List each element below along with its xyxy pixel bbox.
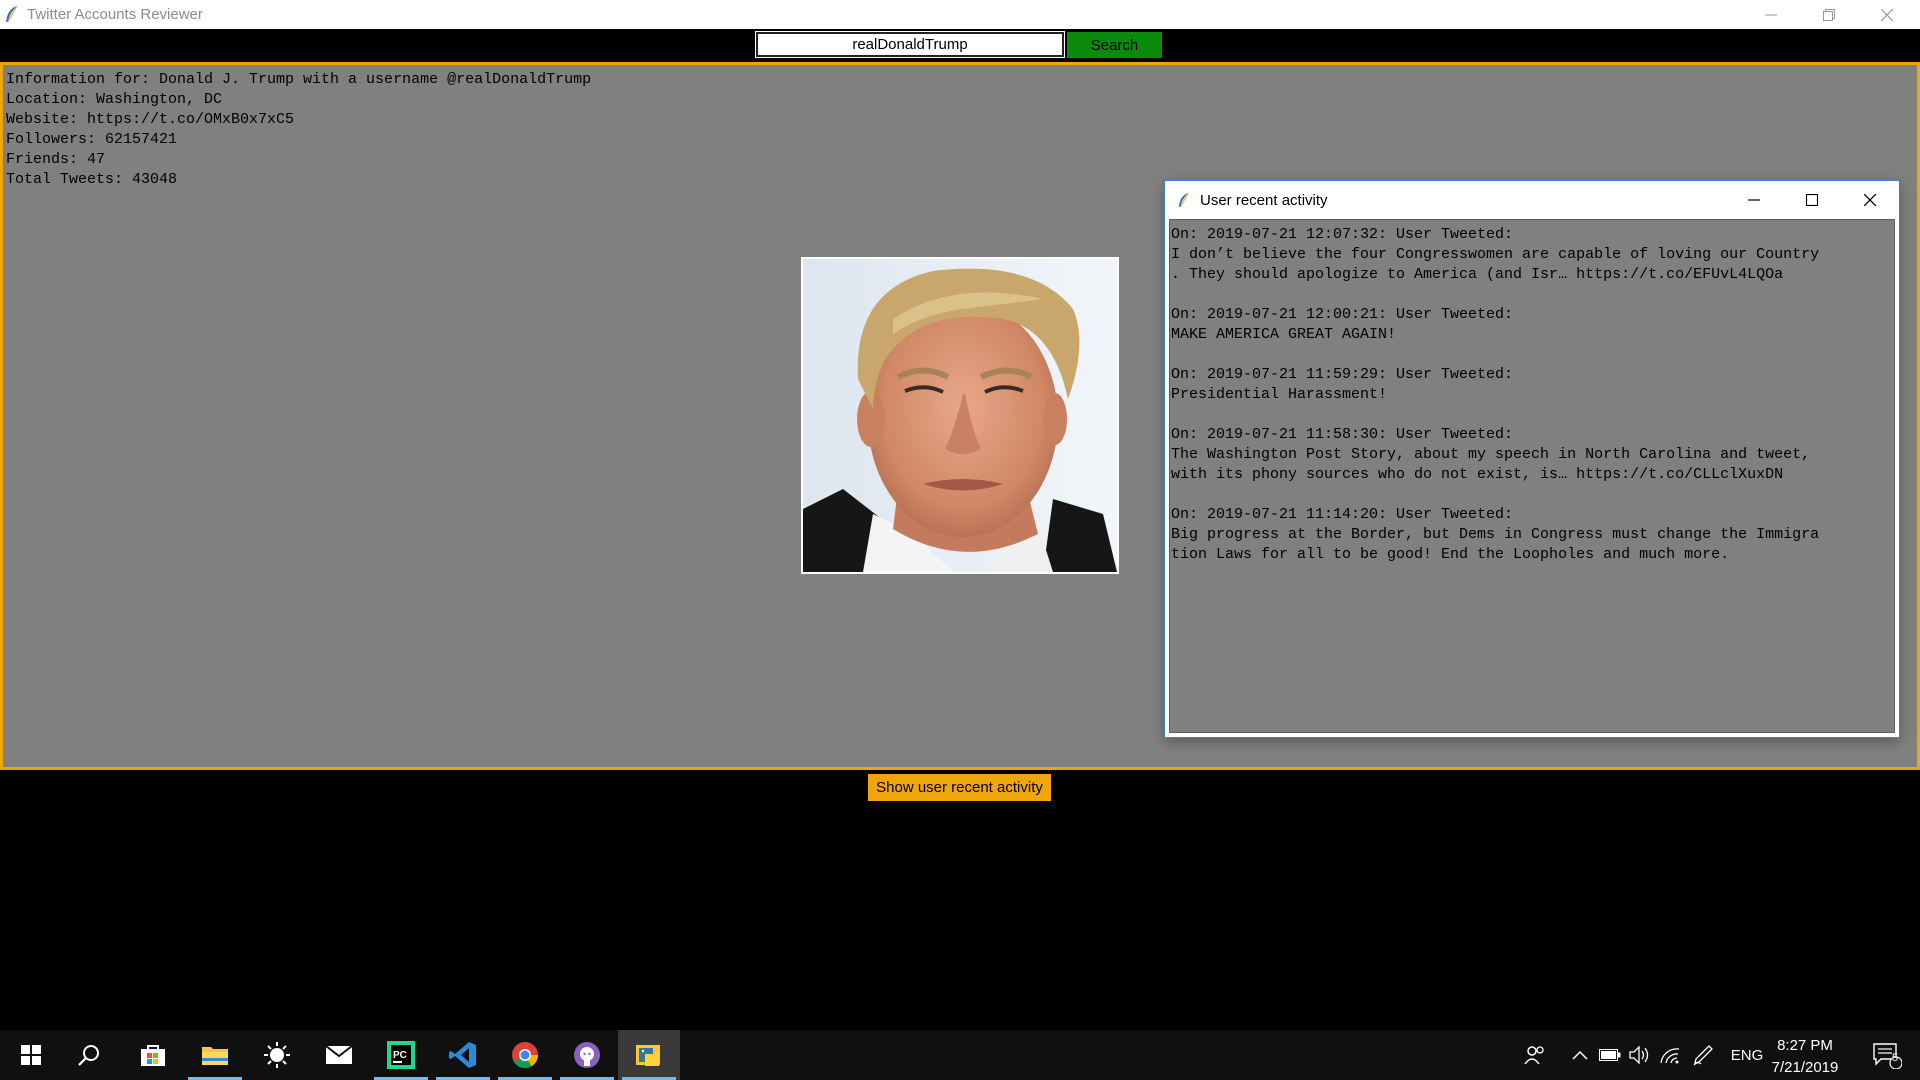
- taskbar-store[interactable]: [122, 1030, 184, 1080]
- tray-pen[interactable]: [1688, 1030, 1718, 1080]
- taskbar-chrome[interactable]: [494, 1030, 556, 1080]
- notification-count-badge: 5: [1891, 1052, 1899, 1064]
- info-line: Website: https://t.co/OMxB0x7xC5: [6, 111, 295, 128]
- taskbar-vscode[interactable]: [432, 1030, 494, 1080]
- search-icon: [78, 1045, 99, 1066]
- start-button[interactable]: [0, 1030, 62, 1080]
- recent-activity-title: User recent activity: [1200, 192, 1328, 209]
- tray-people-button[interactable]: [1518, 1030, 1552, 1080]
- taskbar-python-app[interactable]: [618, 1030, 680, 1080]
- taskbar-github-desktop[interactable]: [556, 1030, 618, 1080]
- window-title: Twitter Accounts Reviewer: [27, 6, 203, 23]
- activity-line: Big progress at the Border, but Dems in …: [1171, 526, 1820, 543]
- vscode-icon: [449, 1042, 476, 1068]
- taskbar-search-button[interactable]: [58, 1030, 120, 1080]
- show-recent-activity-button[interactable]: Show user recent activity: [868, 774, 1051, 801]
- recent-activity-window[interactable]: User recent activity On: 2019-07-21 12:0…: [1165, 181, 1899, 737]
- activity-line: tion Laws for all to be good! End the Lo…: [1171, 546, 1730, 563]
- taskbar-clock[interactable]: 8:27 PM 7/21/2019: [1760, 1035, 1850, 1079]
- activity-line: On: 2019-07-21 11:59:29: User Tweeted:: [1171, 366, 1514, 383]
- speaker-icon: [1629, 1046, 1649, 1064]
- tray-network[interactable]: [1656, 1030, 1684, 1080]
- tray-show-hidden-button[interactable]: [1566, 1030, 1594, 1080]
- svg-text:PC: PC: [393, 1050, 407, 1061]
- info-line: Total Tweets: 43048: [6, 171, 178, 188]
- python-app-icon: [636, 1045, 660, 1066]
- chrome-icon: [512, 1042, 539, 1069]
- info-line: Location: Washington, DC: [6, 91, 223, 108]
- minimize-icon: [1765, 14, 1777, 15]
- info-line: Followers: 62157421: [6, 131, 178, 148]
- portrait-illustration: [803, 259, 1117, 572]
- clock-date: 7/21/2019: [1771, 1059, 1839, 1076]
- activity-line: I don’t believe the four Congresswomen a…: [1171, 246, 1820, 263]
- tray-battery[interactable]: [1596, 1030, 1624, 1080]
- activity-maximize-button[interactable]: [1783, 181, 1841, 219]
- taskbar-pycharm[interactable]: PC: [370, 1030, 432, 1080]
- activity-line: Presidential Harassment!: [1171, 386, 1388, 403]
- activity-close-button[interactable]: [1841, 181, 1899, 219]
- activity-line: On: 2019-07-21 11:14:20: User Tweeted:: [1171, 506, 1514, 523]
- activity-line: [1171, 285, 1893, 305]
- store-icon: [141, 1045, 165, 1066]
- mail-icon: [325, 1045, 353, 1064]
- restore-button[interactable]: [1800, 0, 1858, 29]
- activity-line: The Washington Post Story, about my spee…: [1171, 446, 1811, 463]
- brightness-icon: [264, 1042, 290, 1068]
- close-icon: [1881, 8, 1893, 21]
- tray-volume[interactable]: [1626, 1030, 1654, 1080]
- search-bar: Search: [0, 29, 1920, 62]
- activity-line: [1171, 345, 1893, 365]
- taskbar: PC ENG 5: [0, 1030, 1920, 1080]
- minimize-button[interactable]: [1742, 0, 1800, 29]
- taskbar-brightness-app[interactable]: [246, 1030, 308, 1080]
- clock-time: 8:27 PM: [1777, 1037, 1833, 1054]
- search-input[interactable]: [755, 31, 1065, 58]
- info-line: Friends: 47: [6, 151, 106, 168]
- user-info-text: Information for: Donald J. Trump with a …: [6, 70, 591, 190]
- search-button[interactable]: Search: [1067, 32, 1162, 58]
- activity-line: with its phony sources who do not exist,…: [1171, 466, 1784, 483]
- battery-icon: [1599, 1049, 1621, 1061]
- activity-line: On: 2019-07-21 11:58:30: User Tweeted:: [1171, 426, 1514, 443]
- recent-activity-text: On: 2019-07-21 12:07:32: User Tweeted: I …: [1170, 220, 1894, 565]
- main-title-bar: Twitter Accounts Reviewer: [0, 0, 1920, 29]
- close-button[interactable]: [1858, 0, 1916, 29]
- activity-line: On: 2019-07-21 12:07:32: User Tweeted:: [1171, 226, 1514, 243]
- restore-icon: [1823, 8, 1835, 21]
- pycharm-icon: PC: [387, 1041, 415, 1069]
- github-desktop-icon: [574, 1042, 600, 1068]
- people-icon: [1524, 1046, 1544, 1065]
- recent-activity-textbox[interactable]: On: 2019-07-21 12:07:32: User Tweeted: I …: [1169, 219, 1895, 733]
- recent-activity-title-bar[interactable]: User recent activity: [1165, 181, 1899, 219]
- close-icon: [1864, 194, 1876, 206]
- file-explorer-icon: [202, 1047, 228, 1065]
- windows-start-icon: [21, 1045, 41, 1065]
- tray-action-center[interactable]: 5: [1862, 1030, 1912, 1080]
- taskbar-mail[interactable]: [308, 1030, 370, 1080]
- activity-line: On: 2019-07-21 12:00:21: User Tweeted:: [1171, 306, 1514, 323]
- wifi-icon: [1660, 1048, 1680, 1064]
- chevron-up-icon: [1572, 1050, 1588, 1060]
- maximize-icon: [1806, 194, 1818, 206]
- activity-minimize-button[interactable]: [1725, 181, 1783, 219]
- feather-icon: [6, 5, 18, 23]
- minimize-icon: [1748, 199, 1760, 201]
- pen-icon: [1693, 1045, 1713, 1066]
- info-line: Information for: Donald J. Trump with a …: [6, 71, 592, 88]
- feather-icon: [1178, 192, 1189, 208]
- activity-line: [1171, 485, 1893, 505]
- activity-line: . They should apologize to America (and …: [1171, 266, 1784, 283]
- activity-line: [1171, 405, 1893, 425]
- taskbar-file-explorer[interactable]: [184, 1030, 246, 1080]
- profile-image: [801, 257, 1119, 574]
- activity-line: MAKE AMERICA GREAT AGAIN!: [1171, 326, 1397, 343]
